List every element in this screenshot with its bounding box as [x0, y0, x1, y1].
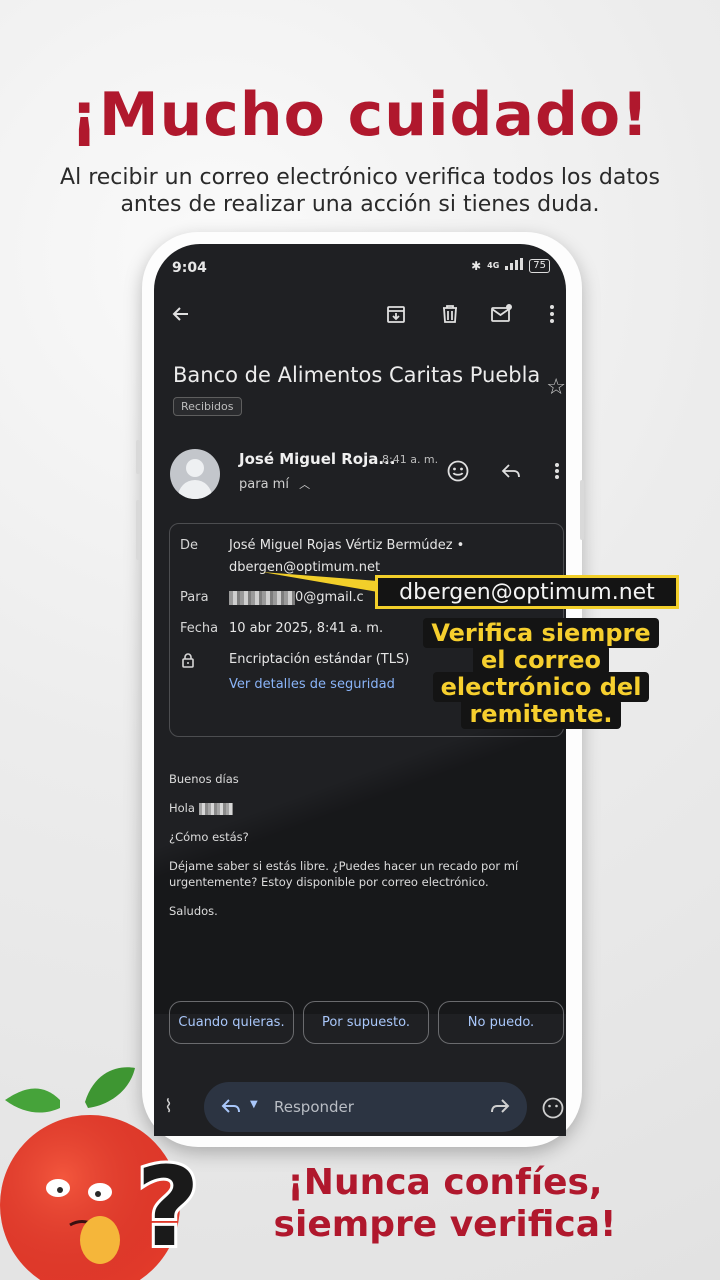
chevron-up-icon: ︿ — [299, 478, 311, 491]
smart-reply-3[interactable]: No puedo. — [438, 1001, 564, 1044]
reply-bar[interactable]: ▼ Responder — [204, 1082, 527, 1132]
back-arrow-icon[interactable] — [167, 300, 195, 328]
headline: ¡Mucho cuidado! — [70, 80, 650, 150]
body-greeting: Buenos días — [169, 772, 239, 786]
mail-unread-icon[interactable] — [488, 300, 516, 328]
phone-button — [580, 480, 584, 540]
star-icon[interactable]: ☆ — [546, 375, 566, 400]
email-toolbar — [154, 300, 566, 330]
inbox-label-chip[interactable]: Recibidos — [173, 397, 242, 416]
to-value: 0@gmail.c — [229, 590, 364, 605]
phone-button — [136, 440, 140, 474]
smart-reply-2[interactable]: Por supuesto. — [303, 1001, 429, 1044]
battery-icon: 75 — [529, 258, 550, 273]
subheadline: Al recibir un correo electrónico verific… — [60, 165, 660, 217]
body-hello: Hola — [169, 801, 195, 815]
lock-icon — [182, 653, 194, 672]
redacted-block — [229, 590, 295, 605]
svg-text:?: ? — [136, 1143, 200, 1271]
bluetooth-icon: ✱ — [471, 258, 482, 273]
to-label: Para — [180, 590, 209, 605]
reply-label: Responder — [274, 1098, 354, 1116]
callout-note-text: Verifica siempre el correo electrónico d… — [423, 618, 659, 729]
more-vertical-icon[interactable] — [538, 300, 566, 328]
body-question: ¿Cómo estás? — [169, 830, 249, 844]
reply-icon[interactable] — [498, 458, 524, 484]
reply-icon[interactable] — [220, 1097, 242, 1119]
status-icons: ✱ 4G 75 — [471, 258, 550, 273]
date-value: 10 abr 2025, 8:41 a. m. — [229, 621, 384, 636]
more-vertical-icon[interactable] — [544, 458, 566, 484]
emoji-icon[interactable] — [542, 1097, 564, 1123]
security-details-link[interactable]: Ver detalles de seguridad — [229, 677, 395, 692]
body-request: Déjame saber si estás libre. ¿Puedes hac… — [169, 859, 519, 889]
callout-note: Verifica siempre el correo electrónico d… — [420, 618, 662, 729]
from-label: De — [180, 538, 199, 553]
signal-icon — [505, 258, 524, 273]
forward-icon[interactable] — [489, 1097, 511, 1119]
from-email: dbergen@optimum.net — [229, 560, 381, 575]
date-label: Fecha — [180, 621, 219, 636]
smart-reply-1[interactable]: Cuando quieras. — [169, 1001, 294, 1044]
phone-button — [136, 500, 140, 560]
recipient-toggle[interactable]: para mí ︿ — [239, 476, 310, 492]
encryption-text: Encriptación estándar (TLS) — [229, 652, 410, 667]
footer-line-1: ¡Nunca confíes, — [287, 1162, 603, 1203]
footer-line-2: siempre verifica! — [273, 1204, 617, 1245]
archive-icon[interactable] — [382, 300, 410, 328]
status-bar: 9:04 ✱ 4G 75 — [172, 258, 550, 278]
to-me-label: para mí — [239, 477, 289, 492]
status-time: 9:04 — [172, 260, 207, 276]
callout-email-box: dbergen@optimum.net — [375, 575, 679, 609]
email-subject: Banco de Alimentos Caritas Puebla — [173, 363, 541, 387]
body-hello-line: Hola — [169, 800, 233, 816]
from-name: José Miguel Rojas Vértiz Bermúdez • — [229, 538, 465, 553]
caret-down-icon[interactable]: ▼ — [250, 1099, 258, 1110]
sender-avatar — [170, 449, 220, 499]
footer-slogan: ¡Nunca confíes, siempre verifica! — [210, 1162, 680, 1246]
email-time: 8:41 a. m. — [382, 453, 439, 466]
trash-icon[interactable] — [436, 300, 464, 328]
redacted-block — [198, 802, 233, 815]
body-closing: Saludos. — [169, 904, 218, 918]
sender-name: José Miguel Roja... — [239, 450, 396, 468]
to-email-suffix: 0@gmail.c — [295, 590, 364, 605]
network-label: 4G — [487, 261, 500, 270]
emoji-react-icon[interactable] — [445, 458, 471, 484]
tomato-mascot-icon: ? — [0, 1067, 203, 1280]
